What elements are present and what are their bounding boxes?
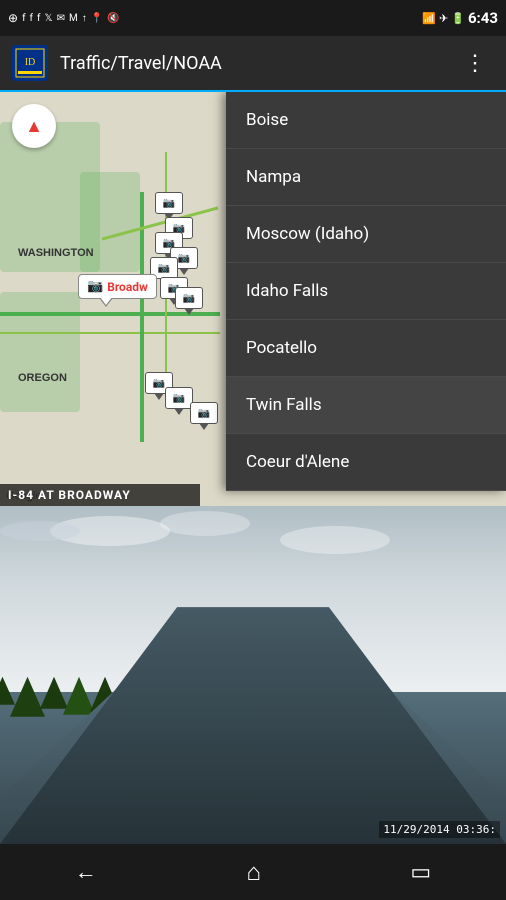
dropdown-menu: Boise Nampa Moscow (Idaho) Idaho Falls P… [226,92,506,491]
facebook-icon-2: f [30,13,33,24]
compass: ▲ [12,104,56,148]
camera-feed: 11/29/2014 03:36: [0,506,506,844]
idaho-flag-icon: ID [12,45,48,81]
menu-item-idaho-falls[interactable]: Idaho Falls [226,263,506,320]
status-bar: ⊕ f f f 𝕏 ✉ M ↑ 📍 🔇 📶 ✈ 🔋 6:43 [0,0,506,36]
recent-apps-button[interactable]: ▭ [390,852,451,893]
map-road-horizontal [0,332,220,334]
tree [10,677,45,717]
status-time: 6:43 [468,9,498,27]
app-bar: ID Traffic/Travel/NOAA ⋮ [0,36,506,92]
tree [0,677,15,705]
facebook-icon-3: f [37,13,40,24]
upload-icon: ↑ [82,13,87,24]
facebook-icon-1: f [22,13,25,24]
home-icon: ⌂ [246,858,261,887]
menu-item-coeur-dalene[interactable]: Coeur d'Alene [226,434,506,491]
notification-icon: ⊕ [8,11,18,25]
wifi-icon: 📶 [422,12,436,25]
status-icons-left: ⊕ f f f 𝕏 ✉ M ↑ 📍 🔇 [8,11,120,25]
menu-item-moscow[interactable]: Moscow (Idaho) [226,206,506,263]
broadway-sign: I-84 AT BROADWAY [0,484,200,506]
cloud [280,526,390,554]
oregon-label: OREGON [18,372,67,384]
main-content: WASHINGTON OREGON 📷 📷 📷 📷 📷 📷 📷 📷 📷 📷 📷 … [0,92,506,844]
menu-item-twin-falls[interactable]: Twin Falls [226,377,506,434]
camera-marker[interactable]: 📷 [155,192,183,214]
camera-marker[interactable]: 📷 [175,287,203,309]
twitter-icon: 𝕏 [45,13,53,24]
broadway-callout[interactable]: 📷 Broadw [78,274,157,299]
tree [63,677,95,715]
cloud [160,511,250,536]
camera-marker[interactable]: 📷 [165,387,193,409]
svg-text:ID: ID [25,57,36,68]
home-button[interactable]: ⌂ [226,850,281,895]
back-button[interactable]: ← [55,851,117,893]
airplane-icon: ✈ [439,12,448,25]
camera-marker[interactable]: 📷 [190,402,218,424]
washington-label: WASHINGTON [18,247,94,259]
gmail-icon: M [69,13,78,24]
recent-icon: ▭ [410,860,431,885]
camera-timestamp: 11/29/2014 03:36: [379,821,500,838]
menu-item-nampa[interactable]: Nampa [226,149,506,206]
cloud [0,521,80,541]
location-icon: 📍 [91,13,103,24]
tree [40,677,68,709]
more-options-button[interactable]: ⋮ [456,47,494,80]
app-title: Traffic/Travel/NOAA [60,53,456,74]
callout-tail-inner [100,297,112,305]
map-region [0,292,80,412]
status-icons-right: 📶 ✈ 🔋 6:43 [422,9,498,27]
callout-camera-icon: 📷 [87,279,103,294]
compass-arrow: ▲ [25,116,43,137]
menu-item-boise[interactable]: Boise [226,92,506,149]
email-icon: ✉ [57,13,65,24]
menu-item-pocatello[interactable]: Pocatello [226,320,506,377]
nav-bar: ← ⌂ ▭ [0,844,506,900]
callout-label: Broadw [107,280,148,294]
battery-icon: 🔋 [451,12,465,25]
mute-icon: 🔇 [107,13,119,24]
